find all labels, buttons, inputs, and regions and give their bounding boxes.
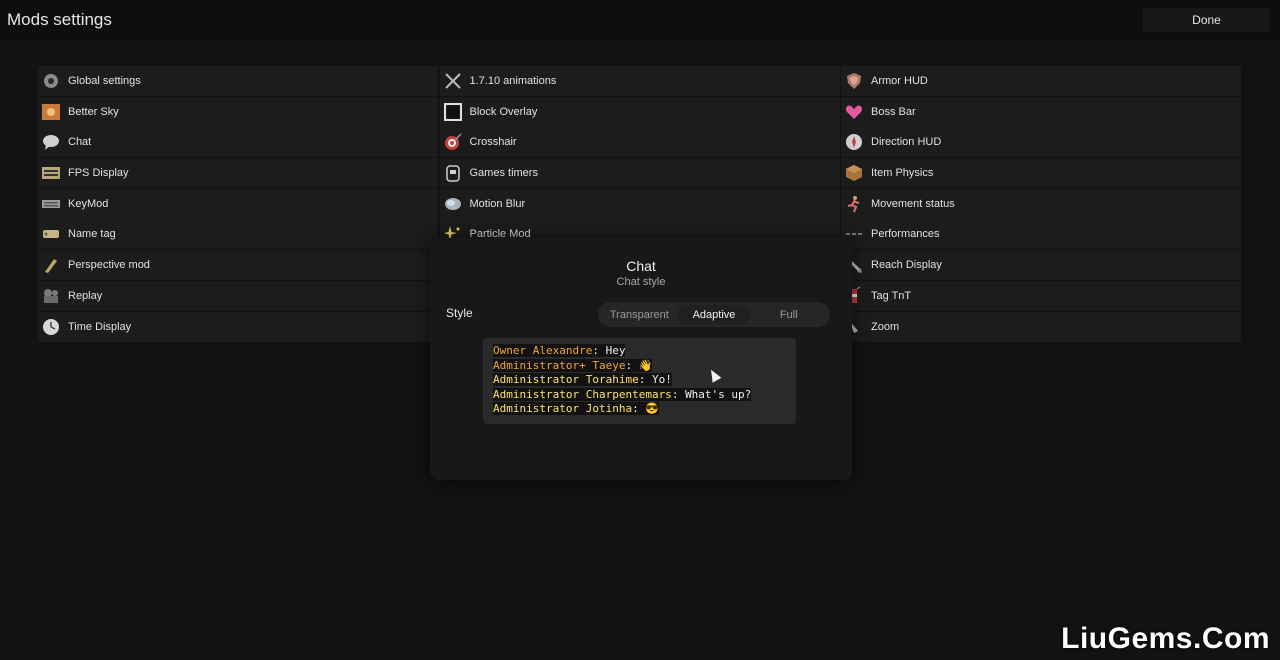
chat-message: Hey: [605, 344, 626, 357]
mod-item-label: Direction HUD: [871, 136, 942, 149]
mod-item-block-overlay[interactable]: Block Overlay: [439, 96, 840, 127]
mod-item-label: Item Physics: [871, 167, 934, 180]
chat-sender: Administrator Jotinha: [493, 402, 633, 416]
chat-settings-modal: Chat Chat style Style Transparent Adapti…: [430, 238, 852, 480]
camera-icon: [41, 286, 61, 306]
mod-item-better-sky[interactable]: Better Sky: [38, 96, 438, 127]
mod-item-1-7-10-animations[interactable]: 1.7.10 animations: [439, 66, 840, 96]
mod-item-direction-hud[interactable]: Direction HUD: [841, 127, 1241, 158]
chat-message: 👋: [638, 358, 653, 372]
top-bar: Mods settings Done: [0, 0, 1280, 40]
mod-item-zoom[interactable]: Zoom: [841, 311, 1241, 342]
chat-preview-line: Owner Alexandre: Hey: [493, 344, 626, 357]
mod-item-chat[interactable]: Chat: [38, 127, 438, 158]
modal-subtitle: Chat style: [616, 276, 666, 288]
mod-item-label: Time Display: [68, 320, 132, 333]
mod-item-label: Chat: [68, 136, 92, 149]
mod-item-perspective-mod[interactable]: Perspective mod: [38, 250, 438, 281]
mod-item-label: Reach Display: [871, 259, 942, 272]
mods-column-1: Global settings Better Sky Chat FPS Display…: [38, 66, 438, 342]
chat-preview-line: Administrator Charpentemars: What's up?: [493, 387, 752, 401]
mod-item-label: Games timers: [469, 167, 538, 180]
mod-item-label: FPS Display: [68, 167, 129, 180]
mod-item-motion-blur[interactable]: Motion Blur: [439, 188, 840, 219]
chat-sender: Administrator Charpentemars: [493, 387, 672, 401]
chat-preview-line: Administrator Torahime: Yo!: [493, 373, 672, 387]
chat-message: 😎: [645, 402, 660, 416]
mod-item-label: Name tag: [68, 228, 116, 241]
mod-item-crosshair[interactable]: Crosshair: [439, 127, 840, 158]
mod-item-label: Crosshair: [469, 136, 517, 149]
mod-item-label: Block Overlay: [469, 105, 538, 118]
mod-item-label: Tag TnT: [871, 289, 912, 302]
blur-icon: [443, 194, 463, 214]
mod-item-label: Movement status: [871, 197, 955, 210]
name-tag-icon: [41, 224, 61, 244]
compass-icon: [844, 132, 864, 152]
chat-preview-line: Administrator+ Taeye: 👋: [493, 358, 653, 372]
style-label: Style: [446, 306, 473, 320]
mod-item-label: Motion Blur: [469, 197, 526, 210]
mod-item-label: Performances: [871, 228, 940, 241]
mod-item-time-display[interactable]: Time Display: [38, 311, 438, 342]
perspective-icon: [41, 255, 61, 275]
chat-message: What's up?: [685, 387, 752, 401]
mod-item-armor-hud[interactable]: Armor HUD: [841, 66, 1241, 96]
watermark: LiuGems.Com: [1061, 622, 1270, 655]
style-option-full[interactable]: Full: [751, 305, 826, 324]
chat-sender: Administrator+ Taeye: [493, 358, 626, 372]
mod-item-label: Zoom: [871, 320, 900, 333]
mod-item-tag-tnt[interactable]: Tag TnT: [841, 280, 1241, 311]
style-option-transparent[interactable]: Transparent: [602, 305, 677, 324]
chat-message: Yo!: [651, 373, 672, 387]
mod-item-label: KeyMod: [68, 197, 109, 210]
target-icon: [443, 132, 463, 152]
mod-item-label: Better Sky: [68, 105, 119, 118]
chat-bubble-icon: [41, 132, 61, 152]
mods-column-3: Armor HUD Boss Bar Direction HUD Item Physi…: [841, 66, 1241, 342]
mod-item-replay[interactable]: Replay: [38, 280, 438, 311]
box-icon: [844, 163, 864, 183]
mod-item-label: Boss Bar: [871, 105, 916, 118]
mod-item-reach-display[interactable]: Reach Display: [841, 250, 1241, 281]
block-outline-icon: [443, 102, 463, 122]
chat-style-selector: Transparent Adaptive Full: [598, 302, 830, 327]
running-icon: [844, 194, 864, 214]
modal-title: Chat: [626, 258, 656, 274]
sky-icon: [41, 102, 61, 122]
chat-sender: Administrator Torahime: [493, 373, 639, 387]
chat-sender: Owner Alexandre: [493, 344, 593, 357]
gear-icon: [41, 71, 61, 91]
crossed-swords-icon: [443, 71, 463, 91]
fps-icon: [41, 163, 61, 183]
heart-icon: [844, 102, 864, 122]
mod-item-fps-display[interactable]: FPS Display: [38, 158, 438, 189]
mod-item-global-settings[interactable]: Global settings: [38, 66, 438, 96]
chat-preview-line: Administrator Jotinha: 😎: [493, 402, 660, 416]
mod-item-keymod[interactable]: KeyMod: [38, 188, 438, 219]
keyboard-icon: [41, 194, 61, 214]
mod-item-label: Perspective mod: [68, 259, 150, 272]
timer-icon: [443, 163, 463, 183]
shield-icon: [844, 71, 864, 91]
page-title: Mods settings: [7, 10, 112, 29]
mod-item-label: Armor HUD: [871, 75, 928, 87]
chat-preview: Owner Alexandre: Hey Administrator+ Taeye…: [483, 338, 796, 424]
style-option-adaptive[interactable]: Adaptive: [676, 305, 752, 324]
mod-item-games-timers[interactable]: Games timers: [439, 158, 840, 189]
mod-item-label: Replay: [68, 289, 103, 302]
mod-item-boss-bar[interactable]: Boss Bar: [841, 96, 1241, 127]
mod-item-item-physics[interactable]: Item Physics: [841, 158, 1241, 189]
mod-item-performances[interactable]: Performances: [841, 219, 1241, 250]
mod-item-movement-status[interactable]: Movement status: [841, 188, 1241, 219]
done-button[interactable]: Done: [1143, 8, 1270, 32]
clock-icon: [41, 317, 61, 337]
mod-item-label: 1.7.10 animations: [469, 75, 557, 87]
mod-item-label: Global settings: [68, 75, 141, 87]
mod-item-name-tag[interactable]: Name tag: [38, 219, 438, 250]
